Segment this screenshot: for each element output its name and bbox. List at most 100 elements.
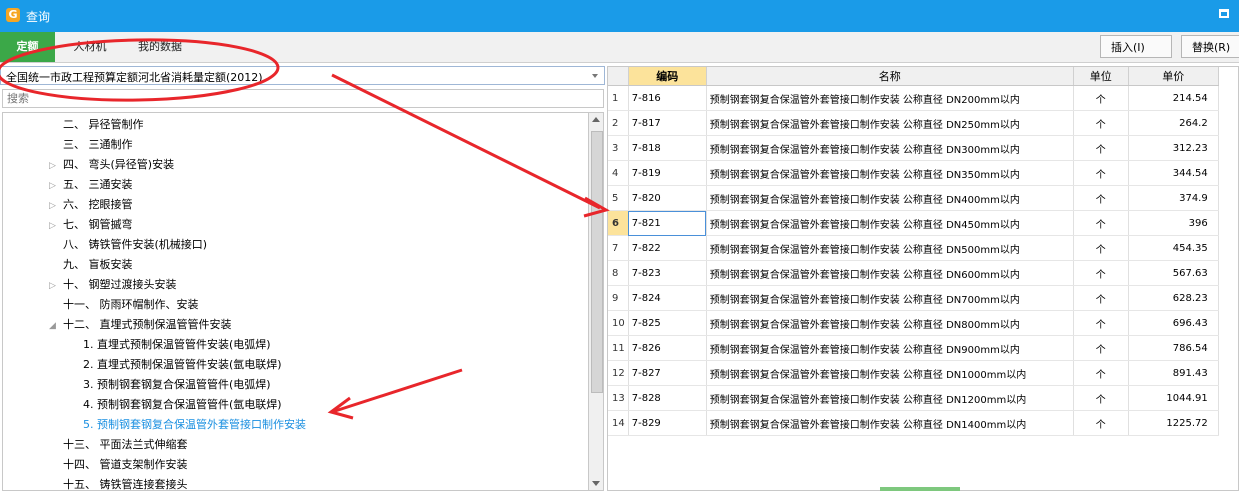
tree-item[interactable]: 4. 预制钢套钢复合保温管管件(氩电联焊) [83, 395, 282, 415]
row-number-cell[interactable]: 13 [608, 385, 629, 411]
tree-item[interactable]: 十四、 管道支架制作安装 [63, 455, 188, 475]
chapter-tree[interactable]: 二、 异径管制作 三、 三通制作 ▷ 四、 弯头(异径管)安装 ▷ 五、 三通安装 ▷ 六、 … [2, 112, 588, 491]
code-cell[interactable]: 7-816 [628, 85, 707, 111]
maximize-icon[interactable] [1219, 9, 1229, 18]
tree-item[interactable]: ▷ 四、 弯头(异径管)安装 [49, 155, 174, 175]
scroll-up-icon[interactable] [592, 117, 600, 122]
price-cell[interactable]: 1225.72 [1128, 410, 1219, 436]
tree-item[interactable]: 2. 直埋式预制保温管管件安装(氩电联焊) [83, 355, 282, 375]
unit-cell[interactable]: 个 [1073, 85, 1129, 111]
table-row[interactable]: 5 7-820 预制钢套钢复合保温管外套管接口制作安装 公称直径 DN400mm以内… [608, 185, 1219, 211]
column-header-unit[interactable]: 单位 [1073, 67, 1129, 86]
tree-item[interactable]: 九、 盲板安装 [63, 255, 133, 275]
expand-arrow-icon[interactable]: ▷ [49, 196, 63, 216]
tree-item[interactable]: ▷ 七、 钢管摵弯 [49, 215, 133, 235]
unit-cell[interactable]: 个 [1073, 310, 1129, 336]
name-cell[interactable]: 预制钢套钢复合保温管外套管接口制作安装 公称直径 DN200mm以内 [706, 85, 1074, 111]
table-row[interactable]: 14 7-829 预制钢套钢复合保温管外套管接口制作安装 公称直径 DN1400mm… [608, 410, 1219, 436]
name-cell[interactable]: 预制钢套钢复合保温管外套管接口制作安装 公称直径 DN900mm以内 [706, 335, 1074, 361]
unit-cell[interactable]: 个 [1073, 160, 1129, 186]
name-cell[interactable]: 预制钢套钢复合保温管外套管接口制作安装 公称直径 DN600mm以内 [706, 260, 1074, 286]
code-cell[interactable]: 7-826 [628, 335, 707, 361]
tree-scrollbar[interactable] [588, 112, 604, 491]
scroll-thumb[interactable] [591, 131, 603, 393]
code-cell[interactable]: 7-817 [628, 110, 707, 136]
scroll-down-icon[interactable] [592, 481, 600, 486]
row-number-cell[interactable]: 12 [608, 360, 629, 386]
table-row[interactable]: 4 7-819 预制钢套钢复合保温管外套管接口制作安装 公称直径 DN350mm以内… [608, 160, 1219, 186]
tab-my-data[interactable]: 我的数据 [125, 32, 195, 62]
tree-item[interactable]: 5. 预制钢套钢复合保温管外套管接口制作安装 [83, 415, 306, 435]
row-number-cell[interactable]: 1 [608, 85, 629, 111]
quota-library-select[interactable]: 全国统一市政工程预算定额河北省消耗量定额(2012) [0, 66, 605, 85]
price-cell[interactable]: 396 [1128, 210, 1219, 236]
code-cell[interactable]: 7-821 [628, 210, 707, 236]
expand-arrow-icon[interactable]: ▷ [49, 156, 63, 176]
unit-cell[interactable]: 个 [1073, 260, 1129, 286]
table-row[interactable]: 12 7-827 预制钢套钢复合保温管外套管接口制作安装 公称直径 DN1000mm… [608, 360, 1219, 386]
code-cell[interactable]: 7-828 [628, 385, 707, 411]
replace-button[interactable]: 替换(R) [1181, 35, 1239, 58]
row-number-cell[interactable]: 10 [608, 310, 629, 336]
row-number-cell[interactable]: 3 [608, 135, 629, 161]
unit-cell[interactable]: 个 [1073, 110, 1129, 136]
name-cell[interactable]: 预制钢套钢复合保温管外套管接口制作安装 公称直径 DN700mm以内 [706, 285, 1074, 311]
tree-item[interactable]: 三、 三通制作 [63, 135, 133, 155]
tree-item[interactable]: 十一、 防雨环帽制作、安装 [63, 295, 199, 315]
tree-item[interactable]: 十三、 平面法兰式伸缩套 [63, 435, 188, 455]
unit-cell[interactable]: 个 [1073, 210, 1129, 236]
table-row[interactable]: 11 7-826 预制钢套钢复合保温管外套管接口制作安装 公称直径 DN900mm以… [608, 335, 1219, 361]
name-cell[interactable]: 预制钢套钢复合保温管外套管接口制作安装 公称直径 DN800mm以内 [706, 310, 1074, 336]
name-cell[interactable]: 预制钢套钢复合保温管外套管接口制作安装 公称直径 DN500mm以内 [706, 235, 1074, 261]
table-row[interactable]: 1 7-816 预制钢套钢复合保温管外套管接口制作安装 公称直径 DN200mm以内… [608, 85, 1219, 111]
price-cell[interactable]: 786.54 [1128, 335, 1219, 361]
quota-grid[interactable]: 编码 名称 单位 单价 1 7-816 预制钢套钢复合保温管外套管接口制作安装 公称… [607, 66, 1239, 491]
tree-item[interactable]: 二、 异径管制作 [63, 115, 144, 135]
name-cell[interactable]: 预制钢套钢复合保温管外套管接口制作安装 公称直径 DN250mm以内 [706, 110, 1074, 136]
expand-arrow-icon[interactable]: ▷ [49, 216, 63, 236]
unit-cell[interactable]: 个 [1073, 235, 1129, 261]
code-cell[interactable]: 7-818 [628, 135, 707, 161]
price-cell[interactable]: 696.43 [1128, 310, 1219, 336]
insert-button[interactable]: 插入(I) [1100, 35, 1172, 58]
unit-cell[interactable]: 个 [1073, 360, 1129, 386]
table-row[interactable]: 8 7-823 预制钢套钢复合保温管外套管接口制作安装 公称直径 DN600mm以内… [608, 260, 1219, 286]
row-number-cell[interactable]: 9 [608, 285, 629, 311]
name-cell[interactable]: 预制钢套钢复合保温管外套管接口制作安装 公称直径 DN300mm以内 [706, 135, 1074, 161]
search-input[interactable] [3, 90, 603, 107]
tree-item[interactable]: ◢ 十二、 直埋式预制保温管管件安装 [49, 315, 232, 335]
tree-item[interactable]: 3. 预制钢套钢复合保温管管件(电弧焊) [83, 375, 271, 395]
code-cell[interactable]: 7-829 [628, 410, 707, 436]
row-number-cell[interactable]: 4 [608, 160, 629, 186]
price-cell[interactable]: 264.2 [1128, 110, 1219, 136]
name-cell[interactable]: 预制钢套钢复合保温管外套管接口制作安装 公称直径 DN1400mm以内 [706, 410, 1074, 436]
table-row[interactable]: 9 7-824 预制钢套钢复合保温管外套管接口制作安装 公称直径 DN700mm以内… [608, 285, 1219, 311]
table-row[interactable]: 6 7-821 预制钢套钢复合保温管外套管接口制作安装 公称直径 DN450mm以内… [608, 210, 1219, 236]
column-header-code[interactable]: 编码 [628, 67, 707, 86]
row-number-cell[interactable]: 5 [608, 185, 629, 211]
expand-arrow-icon[interactable]: ◢ [49, 316, 63, 336]
code-cell[interactable]: 7-825 [628, 310, 707, 336]
expand-arrow-icon[interactable]: ▷ [49, 276, 63, 296]
price-cell[interactable]: 312.23 [1128, 135, 1219, 161]
row-number-cell[interactable]: 2 [608, 110, 629, 136]
table-row[interactable]: 7 7-822 预制钢套钢复合保温管外套管接口制作安装 公称直径 DN500mm以内… [608, 235, 1219, 261]
column-header-name[interactable]: 名称 [706, 67, 1074, 86]
splitter-handle[interactable] [880, 487, 960, 491]
tree-item[interactable]: 1. 直埋式预制保温管管件安装(电弧焊) [83, 335, 271, 355]
table-row[interactable]: 13 7-828 预制钢套钢复合保温管外套管接口制作安装 公称直径 DN1200mm… [608, 385, 1219, 411]
table-row[interactable]: 2 7-817 预制钢套钢复合保温管外套管接口制作安装 公称直径 DN250mm以内… [608, 110, 1219, 136]
expand-arrow-icon[interactable]: ▷ [49, 176, 63, 196]
unit-cell[interactable]: 个 [1073, 285, 1129, 311]
row-number-cell[interactable]: 6 [608, 210, 629, 236]
tree-item[interactable]: 八、 铸铁管件安装(机械接口) [63, 235, 207, 255]
name-cell[interactable]: 预制钢套钢复合保温管外套管接口制作安装 公称直径 DN350mm以内 [706, 160, 1074, 186]
unit-cell[interactable]: 个 [1073, 185, 1129, 211]
table-row[interactable]: 3 7-818 预制钢套钢复合保温管外套管接口制作安装 公称直径 DN300mm以内… [608, 135, 1219, 161]
price-cell[interactable]: 1044.91 [1128, 385, 1219, 411]
unit-cell[interactable]: 个 [1073, 385, 1129, 411]
code-cell[interactable]: 7-823 [628, 260, 707, 286]
unit-cell[interactable]: 个 [1073, 335, 1129, 361]
price-cell[interactable]: 374.9 [1128, 185, 1219, 211]
row-number-cell[interactable]: 11 [608, 335, 629, 361]
